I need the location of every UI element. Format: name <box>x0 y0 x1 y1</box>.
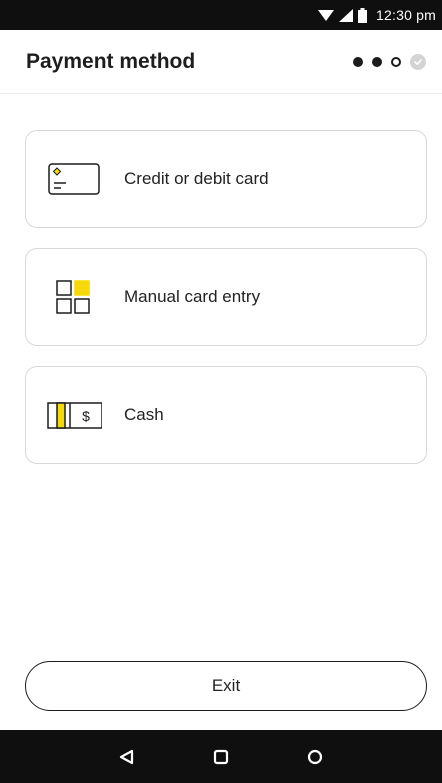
status-time: 12:30 pm <box>376 7 436 23</box>
back-icon[interactable] <box>115 745 139 769</box>
check-icon <box>410 53 426 70</box>
cash-icon: $ <box>46 398 102 432</box>
option-label: Credit or debit card <box>124 169 269 188</box>
option-credit-debit-card[interactable]: Credit or debit card <box>25 130 427 228</box>
status-bar: 12:30 pm <box>0 0 442 30</box>
credit-card-icon <box>46 162 102 196</box>
recents-icon[interactable] <box>209 745 233 769</box>
option-label: Manual card entry <box>124 287 261 306</box>
step-indicator <box>353 53 426 70</box>
option-cash[interactable]: $ Cash <box>25 366 427 464</box>
grid-keypad-icon <box>46 280 102 314</box>
battery-icon <box>358 7 368 23</box>
svg-text:$: $ <box>82 408 90 424</box>
step-dot-complete <box>372 56 382 67</box>
step-dot-complete <box>353 56 363 67</box>
page-title: Payment method <box>26 49 196 73</box>
home-icon[interactable] <box>303 745 327 769</box>
wifi-icon <box>318 9 335 21</box>
system-nav-bar <box>0 730 442 783</box>
option-manual-card-entry[interactable]: Manual card entry <box>25 248 427 346</box>
header: Payment method <box>0 30 442 94</box>
step-dot-current <box>391 56 401 67</box>
exit-button[interactable]: Exit <box>25 661 427 711</box>
option-label: Cash <box>124 405 164 424</box>
signal-icon <box>339 8 354 22</box>
